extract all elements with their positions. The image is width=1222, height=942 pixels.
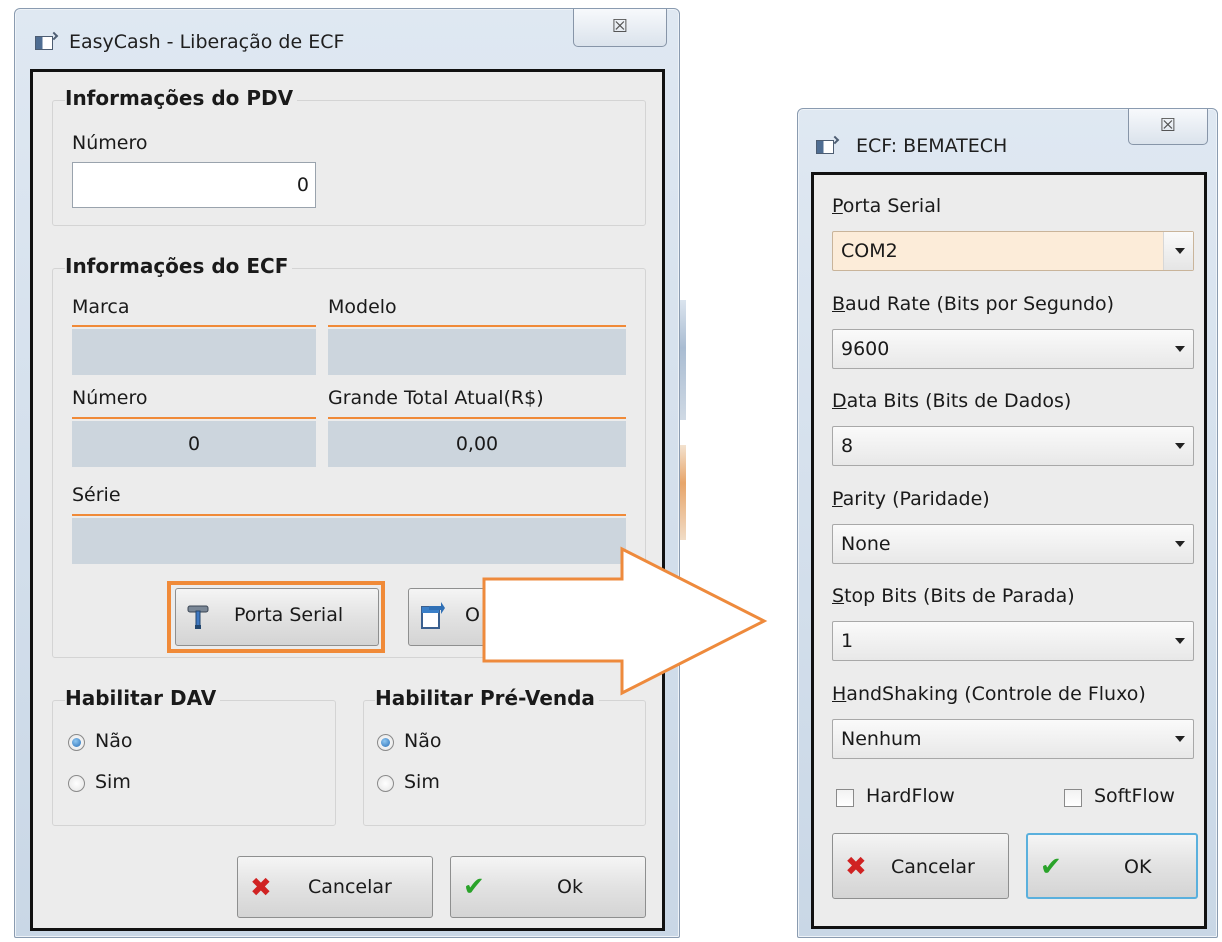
baud-rate-combo[interactable]: 9600	[832, 329, 1194, 369]
ecf-ok-button[interactable]: ✔ OK	[1026, 833, 1198, 899]
ecf-window-title: ECF: BEMATECH	[856, 135, 1008, 157]
marca-field	[72, 329, 316, 375]
ok-check-icon: ✔	[1040, 852, 1062, 882]
stop-bits-value: 1	[841, 630, 854, 652]
dav-sim-radio[interactable]	[68, 775, 85, 792]
window-client-area: Informações do PDV Número 0 Informações …	[30, 69, 665, 931]
ecf-cancel-button[interactable]: ✖ Cancelar	[832, 833, 1009, 899]
ecf-numero-underline	[72, 417, 316, 419]
porta-serial-button[interactable]: Porta Serial	[175, 588, 379, 646]
prevenda-sim-label[interactable]: Sim	[404, 771, 440, 793]
grande-total-field: 0,00	[328, 421, 626, 467]
window-app-icon-ecf	[816, 140, 834, 154]
chevron-down-icon	[1163, 330, 1193, 368]
ecf-cancel-label: Cancelar	[891, 856, 975, 878]
title-bar[interactable]: EasyCash - Liberação de ECF ☒	[15, 9, 679, 71]
pdv-numero-input[interactable]: 0	[72, 162, 316, 208]
prevenda-nao-radio[interactable]	[377, 734, 394, 751]
close-button[interactable]: ☒	[573, 9, 667, 47]
handshaking-combo[interactable]: Nenhum	[832, 719, 1194, 759]
ok-label: Ok	[557, 876, 583, 898]
data-bits-value: 8	[841, 435, 854, 457]
hammer-icon	[186, 604, 210, 635]
ecf-bematech-window: ECF: BEMATECH ☒ Porta Serial COM2 Baud R…	[797, 108, 1218, 938]
ok-check-icon: ✔	[463, 872, 485, 902]
modelo-underline	[328, 325, 626, 327]
grande-total-underline	[328, 417, 626, 419]
porta-serial-combo[interactable]: COM2	[832, 231, 1194, 271]
easycash-liberacao-window: EasyCash - Liberação de ECF ☒ Informaçõe…	[14, 8, 680, 938]
chevron-down-icon	[1163, 622, 1193, 660]
parity-value: None	[841, 533, 891, 555]
ecf-info-title: Informações do ECF	[65, 254, 293, 278]
ecf-close-button[interactable]: ☒	[1128, 109, 1208, 145]
porta-serial-label: Porta Serial	[234, 604, 344, 626]
softflow-checkbox[interactable]	[1064, 789, 1082, 807]
cancel-button[interactable]: ✖ Cancelar	[237, 856, 433, 918]
dav-title: Habilitar DAV	[65, 686, 221, 710]
dav-group	[52, 700, 336, 826]
dav-nao-radio[interactable]	[68, 734, 85, 751]
ecf-ok-label: OK	[1124, 856, 1152, 878]
ecf-client-area: Porta Serial COM2 Baud Rate (Bits por Se…	[811, 172, 1207, 929]
stop-bits-combo[interactable]: 1	[832, 621, 1194, 661]
ecf-numero-field: 0	[72, 421, 316, 467]
outros-label: O	[465, 604, 480, 626]
data-bits-combo[interactable]: 8	[832, 426, 1194, 466]
window-title: EasyCash - Liberação de ECF	[69, 31, 345, 53]
parity-label: Parity (Paridade)	[832, 488, 990, 510]
flow-arrow-icon	[482, 546, 768, 696]
dav-sim-label[interactable]: Sim	[95, 771, 131, 793]
pdv-info-title: Informações do PDV	[65, 86, 298, 110]
prevenda-sim-radio[interactable]	[377, 775, 394, 792]
handshaking-value: Nenhum	[841, 728, 922, 750]
modelo-field	[328, 329, 626, 375]
document-arrow-icon	[419, 602, 445, 635]
prevenda-nao-label[interactable]: Não	[404, 730, 441, 752]
pdv-numero-label: Número	[72, 132, 148, 154]
baud-rate-value: 9600	[841, 338, 890, 360]
serie-label: Série	[72, 484, 121, 506]
marca-underline	[72, 325, 316, 327]
ok-button[interactable]: ✔ Ok	[450, 856, 646, 918]
hardflow-checkbox[interactable]	[836, 789, 854, 807]
serie-underline	[72, 514, 626, 516]
chevron-down-icon	[1163, 427, 1193, 465]
cancel-label: Cancelar	[308, 876, 392, 898]
porta-serial-field-label: Porta Serial	[832, 195, 942, 217]
ecf-numero-label: Número	[72, 387, 148, 409]
cancel-x-icon: ✖	[250, 873, 272, 903]
dav-nao-label[interactable]: Não	[95, 730, 132, 752]
cancel-x-icon: ✖	[845, 852, 867, 882]
handshaking-label: HandShaking (Controle de Fluxo)	[832, 683, 1146, 705]
softflow-label[interactable]: SoftFlow	[1094, 785, 1175, 807]
chevron-down-icon	[1163, 232, 1193, 270]
grande-total-label: Grande Total Atual(R$)	[328, 387, 544, 409]
data-bits-label: Data Bits (Bits de Dados)	[832, 390, 1072, 412]
baud-rate-label: Baud Rate (Bits por Segundo)	[832, 293, 1115, 315]
modelo-label: Modelo	[328, 296, 397, 318]
chevron-down-icon	[1163, 720, 1193, 758]
title-bar-ecf[interactable]: ECF: BEMATECH ☒	[798, 109, 1217, 171]
stop-bits-label: Stop Bits (Bits de Parada)	[832, 585, 1075, 607]
hardflow-label[interactable]: HardFlow	[866, 785, 955, 807]
window-app-icon	[35, 36, 53, 50]
prevenda-group	[363, 700, 646, 826]
porta-serial-value: COM2	[841, 240, 898, 262]
parity-combo[interactable]: None	[832, 524, 1194, 564]
marca-label: Marca	[72, 296, 130, 318]
chevron-down-icon	[1163, 525, 1193, 563]
